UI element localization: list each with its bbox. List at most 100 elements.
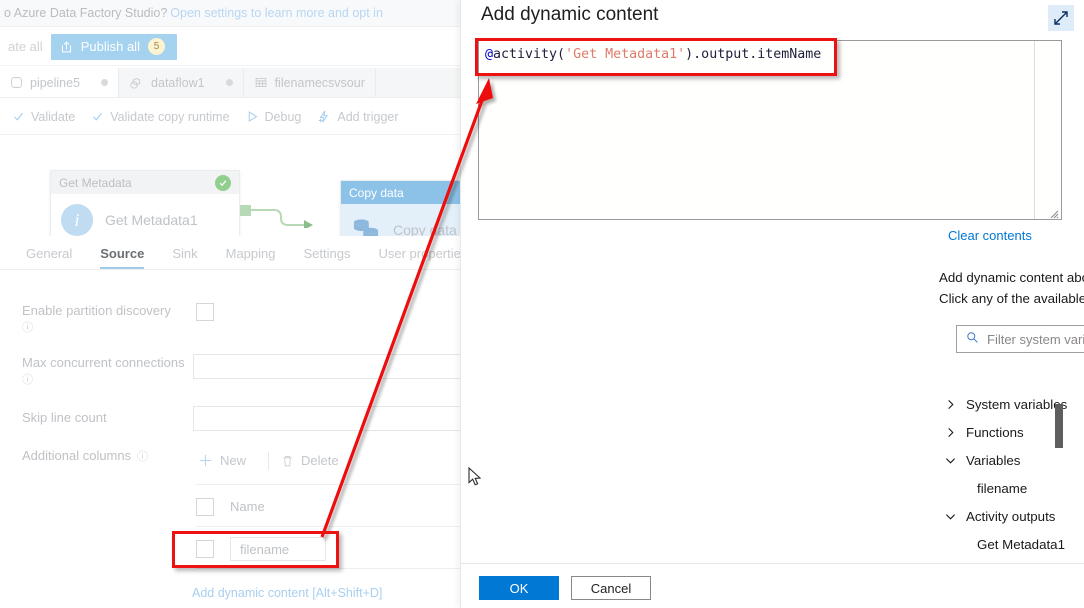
enable-partition-discovery-label-group: Enable partition discovery ⓘ (22, 303, 202, 335)
publish-all-label: Publish all (80, 39, 140, 54)
pipeline-toolbar: Validate Validate copy runtime Debug Add… (0, 99, 460, 135)
database-copy-icon (351, 215, 381, 236)
additional-columns-label: Additional columns (22, 448, 132, 463)
new-column-label: New (220, 453, 247, 468)
delete-column-button[interactable]: Delete (279, 450, 351, 471)
command-bar: ate all Publish all 5 (0, 28, 460, 66)
tree-leaf-filename[interactable]: filename (939, 474, 1084, 502)
add-dynamic-content-link[interactable]: Add dynamic content [Alt+Shift+D] (192, 586, 382, 600)
tree-node-label: Variables (966, 452, 1021, 468)
activity-type-label: Copy data (349, 185, 404, 200)
additional-columns-label-group: Additional columns ⓘ (22, 448, 148, 464)
document-tab-filenamecsvsource[interactable]: filenamecsvsour (244, 68, 376, 97)
document-tab-pipeline5[interactable]: pipeline5 (0, 68, 120, 97)
clear-contents-link[interactable]: Clear contents (948, 228, 1032, 243)
max-concurrent-connections-label-group: Max concurrent connections ⓘ (22, 355, 202, 387)
document-tab-label: dataflow1 (151, 75, 205, 90)
dataflow-icon (129, 76, 144, 89)
tree-leaf-get-metadata1[interactable]: Get Metadata1 (939, 530, 1084, 558)
tree-node-label: Functions (966, 424, 1024, 440)
activity-card-get-metadata[interactable]: Get Metadata i Get Metadata1 (50, 170, 240, 236)
tree-node-label: Activity outputs (966, 508, 1056, 524)
publish-all-button[interactable]: Publish all 5 (50, 33, 177, 60)
table-divider (196, 526, 460, 527)
pipeline-canvas[interactable]: Get Metadata i Get Metadata1 Copy data C… (0, 136, 460, 236)
panel-scrollbar-thumb[interactable] (1055, 404, 1063, 448)
editor-scroll-track (1034, 41, 1035, 219)
chevron-right-icon (945, 399, 956, 410)
panel-title: Add dynamic content (481, 4, 659, 25)
screenshot-root: o Azure Data Factory Studio? Open settin… (0, 0, 1084, 608)
enable-partition-discovery-label: Enable partition discovery (22, 303, 171, 318)
activity-connector (240, 205, 313, 228)
activity-body: Copy data (341, 204, 460, 236)
add-trigger-label: Add trigger (337, 109, 399, 124)
info-icon[interactable]: ⓘ (22, 319, 33, 335)
expand-diagonal-icon[interactable] (1048, 5, 1074, 31)
skip-line-count-label: Skip line count (22, 410, 107, 425)
add-trigger-button[interactable]: Add trigger (317, 109, 399, 124)
description-line1-part1: Add dynamic content above using any comb… (939, 270, 1084, 285)
max-concurrent-connections-label: Max concurrent connections (22, 355, 185, 370)
table-divider (196, 568, 460, 569)
table-divider (196, 484, 460, 485)
success-check-icon (215, 174, 231, 191)
description-line2: Click any of the available System variab… (939, 291, 1084, 306)
validate-button[interactable]: Validate (12, 110, 75, 124)
pipeline-icon (10, 76, 23, 89)
check-icon (12, 110, 25, 123)
filter-row: Filter system variables and functions...… (956, 325, 1084, 353)
max-concurrent-connections-input[interactable] (193, 354, 460, 379)
chevron-down-icon (945, 455, 956, 466)
filter-placeholder: Filter system variables and functions... (987, 331, 1084, 347)
tab-sink[interactable]: Sink (158, 246, 211, 269)
validate-copy-runtime-label: Validate copy runtime (110, 109, 230, 124)
debug-label: Debug (264, 109, 302, 124)
activity-card-copy-data[interactable]: Copy data Copy data (340, 180, 460, 236)
search-icon (966, 331, 979, 347)
info-icon[interactable]: ⓘ (22, 371, 33, 387)
cancel-button[interactable]: Cancel (571, 576, 651, 600)
document-tab-label: filenamecsvsour (274, 75, 365, 90)
tree-node-variables[interactable]: Variables (939, 446, 1084, 474)
info-icon: i (61, 204, 93, 236)
select-all-checkbox[interactable] (196, 498, 214, 516)
debug-button[interactable]: Debug (246, 109, 302, 124)
unsaved-dot (225, 79, 233, 86)
activity-name: Get Metadata1 (105, 212, 198, 228)
mouse-cursor (468, 467, 482, 486)
dataset-table-icon (254, 76, 268, 89)
resize-grip-icon[interactable] (1048, 206, 1059, 219)
studio-banner: o Azure Data Factory Studio? Open settin… (0, 0, 460, 27)
document-tab-label: pipeline5 (30, 75, 81, 90)
tree-node-label: System variables (966, 396, 1068, 412)
toolbar-divider (268, 451, 270, 470)
document-tab-bar: pipeline5 dataflow1 filenamecsvsour (0, 68, 460, 98)
tab-general[interactable]: General (12, 246, 86, 269)
validate-label: Validate (31, 109, 76, 124)
filter-input[interactable]: Filter system variables and functions... (956, 325, 1084, 353)
ok-button[interactable]: OK (479, 576, 559, 600)
tab-source[interactable]: Source (86, 246, 158, 269)
validate-all-button[interactable]: ate all (0, 39, 51, 54)
activity-body: i Get Metadata1 (51, 194, 239, 236)
validate-copy-runtime-button[interactable]: Validate copy runtime (91, 109, 230, 124)
unsaved-dot (101, 79, 109, 86)
info-icon[interactable]: ⓘ (137, 448, 148, 464)
footer-divider (461, 563, 1084, 564)
banner-text: o Azure Data Factory Studio? (4, 6, 168, 20)
add-dynamic-content-panel: Add dynamic content @activity('Get Metad… (460, 0, 1084, 608)
tree-node-activity-outputs[interactable]: Activity outputs (939, 502, 1084, 530)
tab-user-properties[interactable]: User properties (364, 246, 460, 269)
new-column-button[interactable]: New (196, 450, 258, 471)
expression-highlight-box (475, 38, 837, 76)
banner-link[interactable]: Open settings to learn more and opt in (170, 6, 383, 20)
tab-mapping[interactable]: Mapping (212, 246, 290, 269)
tab-settings[interactable]: Settings (290, 246, 365, 269)
column-header-name: Name (230, 499, 265, 514)
skip-line-count-input[interactable] (193, 406, 460, 431)
enable-partition-discovery-checkbox[interactable] (196, 303, 214, 321)
panel-description: Add dynamic content above using any comb… (939, 267, 1084, 309)
lightning-icon (317, 110, 331, 124)
document-tab-dataflow1[interactable]: dataflow1 (119, 68, 244, 97)
